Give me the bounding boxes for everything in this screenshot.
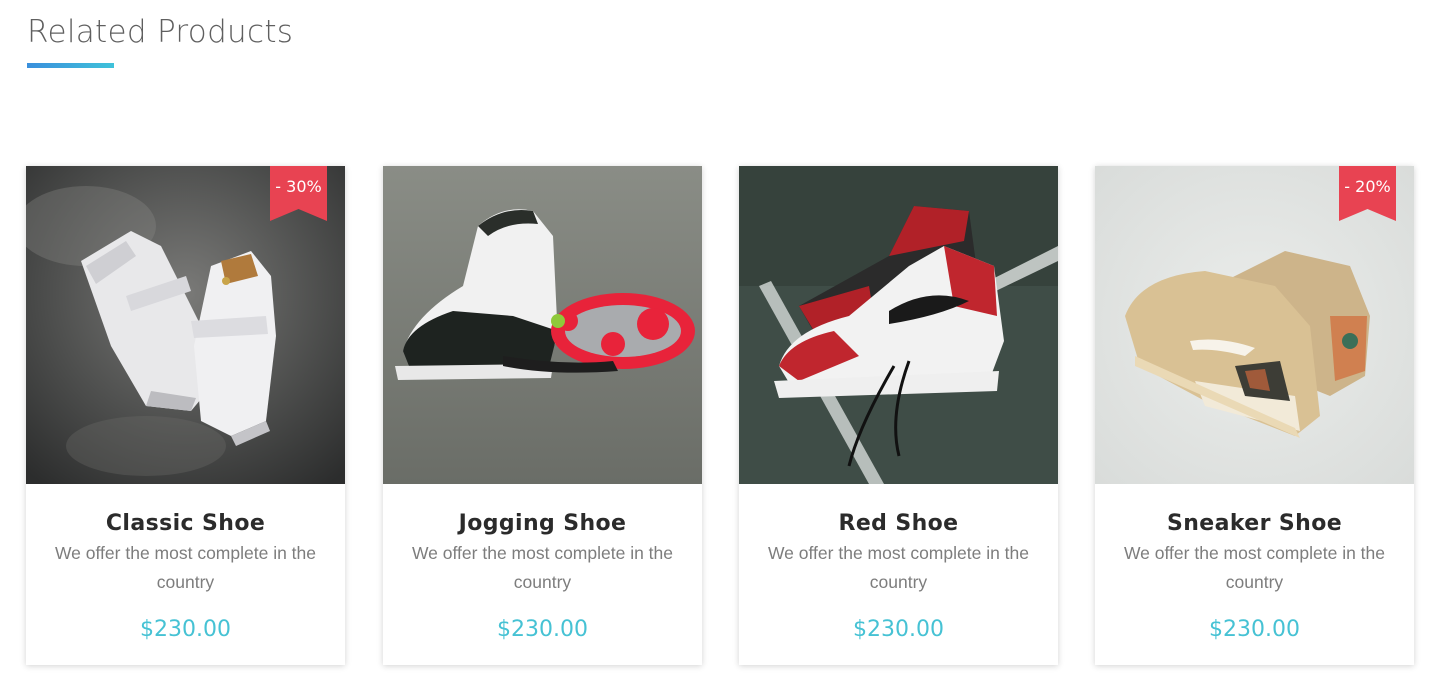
title-underline xyxy=(27,63,114,68)
product-card-classic-shoe[interactable]: - 30% Classic Shoe We offer the most com… xyxy=(26,166,345,665)
product-image[interactable] xyxy=(383,166,702,484)
product-card-sneaker-shoe[interactable]: - 20% Sneaker Shoe We offer the most com… xyxy=(1095,166,1414,665)
product-image[interactable] xyxy=(739,166,1058,484)
product-info: Red Shoe We offer the most complete in t… xyxy=(739,484,1058,642)
discount-badge: - 20% xyxy=(1339,166,1396,221)
product-image[interactable]: - 30% xyxy=(26,166,345,484)
product-price: $230.00 xyxy=(497,617,588,642)
product-description: We offer the most complete in the countr… xyxy=(767,543,1029,592)
product-card-red-shoe[interactable]: Red Shoe We offer the most complete in t… xyxy=(739,166,1058,665)
discount-badge: - 30% xyxy=(270,166,327,221)
product-name[interactable]: Jogging Shoe xyxy=(383,509,702,539)
product-description: We offer the most complete in the countr… xyxy=(1123,543,1385,592)
product-image[interactable]: - 20% xyxy=(1095,166,1414,484)
product-price: $230.00 xyxy=(853,617,944,642)
product-name[interactable]: Classic Shoe xyxy=(26,509,345,539)
product-description: We offer the most complete in the countr… xyxy=(54,543,316,592)
product-name[interactable]: Red Shoe xyxy=(739,509,1058,539)
product-info: Jogging Shoe We offer the most complete … xyxy=(383,484,702,642)
product-card-jogging-shoe[interactable]: Jogging Shoe We offer the most complete … xyxy=(383,166,702,665)
product-info: Classic Shoe We offer the most complete … xyxy=(26,484,345,642)
product-name[interactable]: Sneaker Shoe xyxy=(1095,509,1414,539)
product-description: We offer the most complete in the countr… xyxy=(411,543,673,592)
product-price: $230.00 xyxy=(140,617,231,642)
product-info: Sneaker Shoe We offer the most complete … xyxy=(1095,484,1414,642)
section-title: Related Products xyxy=(27,14,294,50)
black-white-basketball-sneakers-photo xyxy=(383,166,702,484)
product-price: $230.00 xyxy=(1209,617,1300,642)
section-header: Related Products xyxy=(27,14,294,68)
red-black-high-top-sneakers-photo xyxy=(739,166,1058,484)
